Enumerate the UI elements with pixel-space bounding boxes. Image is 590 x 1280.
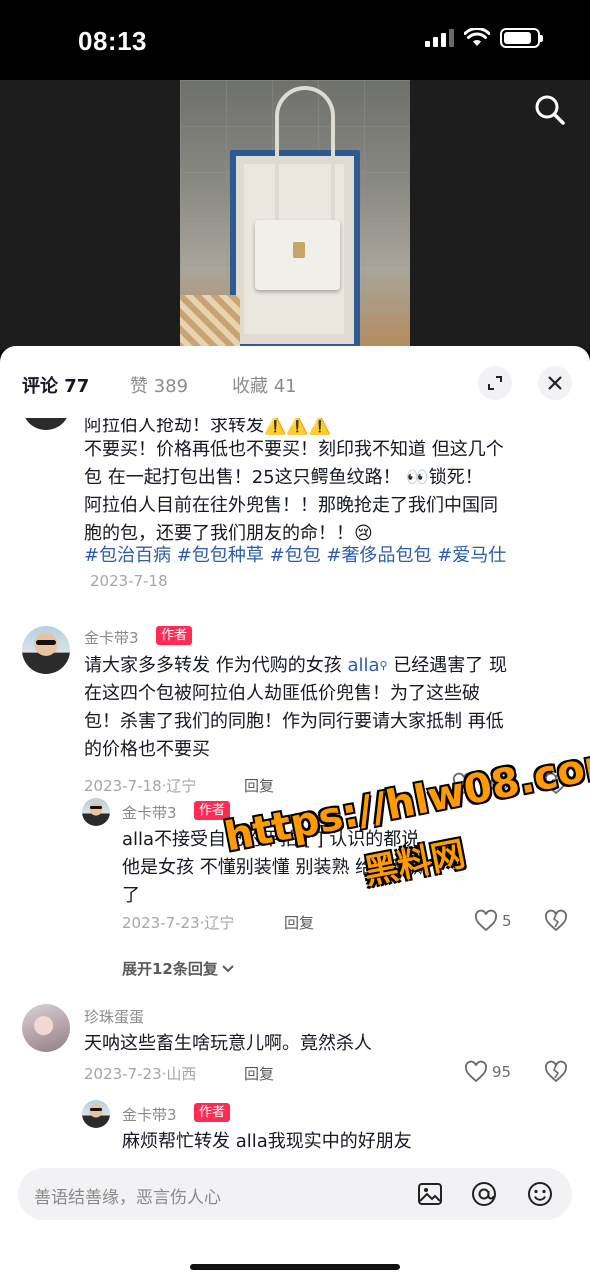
comment-text: 包！杀害了我们的同胞！作为同行要请大家抵制 再低	[84, 711, 504, 732]
like-count: 5	[502, 912, 512, 930]
comment-text: 天呐这些畜生啥玩意儿啊。竟然杀人	[84, 1033, 372, 1054]
handbag	[255, 220, 340, 290]
hashtag-links[interactable]: #包治百病 #包包种草 #包包 #奢侈品包包 #爱马仕	[84, 542, 506, 570]
author-badge: 作者	[194, 801, 231, 820]
heart-icon[interactable]	[474, 909, 498, 933]
search-link[interactable]: alla	[347, 655, 379, 676]
author-name[interactable]: 珍珠蛋蛋	[84, 1006, 144, 1027]
wifi-icon	[464, 28, 490, 46]
avatar[interactable]	[22, 1004, 70, 1052]
tab-likes[interactable]: 赞 389	[130, 372, 188, 398]
like-count: 398	[480, 775, 509, 793]
status-time: 08:13	[78, 26, 147, 56]
comment-input-placeholder: 善语结善缘，恶言伤人心	[34, 1188, 221, 1208]
author-name[interactable]: 金卡带3	[84, 627, 139, 648]
close-button[interactable]	[538, 366, 572, 400]
comment-text: 请大家多多转发 作为代购的女孩 alla⚲ 已经遇害了 现	[84, 655, 508, 676]
author-name[interactable]: 金卡带3	[122, 1104, 177, 1125]
comment-text: 他是女孩 不懂别装懂 别装熟 给你嘴撕	[122, 857, 428, 878]
signal-icon	[425, 29, 454, 47]
comment-text: 阿拉伯人目前在往外兜售！！那晚抢走了我们中国同	[84, 495, 498, 516]
tab-favorites[interactable]: 收藏 41	[232, 372, 297, 398]
close-icon	[548, 376, 562, 390]
avatar[interactable]	[22, 418, 70, 430]
comment-meta: 2023-7-23·山西	[84, 1065, 197, 1083]
avatar[interactable]	[22, 626, 70, 674]
comment-input[interactable]: 善语结善缘，恶言伤人心	[18, 1168, 572, 1220]
search-small-icon: ⚲	[379, 659, 388, 672]
expand-button[interactable]	[478, 366, 512, 400]
status-bar: 08:13	[0, 0, 590, 80]
broken-heart-icon[interactable]	[544, 1060, 568, 1084]
heart-icon[interactable]	[452, 772, 476, 796]
expand-replies-label: 展开12条回复	[122, 960, 218, 978]
reply-button[interactable]: 回复	[244, 1063, 274, 1084]
author-name[interactable]: 金卡带3	[122, 802, 177, 823]
comment-text: 了	[122, 885, 140, 906]
image-icon[interactable]	[416, 1180, 444, 1208]
video-frame	[180, 80, 410, 350]
reply-button[interactable]: 回复	[284, 912, 314, 933]
like-count: 95	[492, 1063, 512, 1081]
tab-comments[interactable]: 评论 77	[22, 372, 89, 398]
video-player[interactable]	[0, 80, 590, 350]
comment-sheet: 评论 77 赞 389 收藏 41 阿拉伯人抢劫！求转发⚠️⚠️⚠️ 不要买！价…	[0, 346, 590, 1280]
emoji-icon[interactable]	[526, 1180, 554, 1208]
comment-text: 的价格也不要买	[84, 739, 210, 760]
heart-icon[interactable]	[464, 1060, 488, 1084]
chevron-down-icon	[222, 964, 234, 972]
avatar[interactable]	[82, 798, 110, 826]
home-indicator	[190, 1264, 400, 1270]
comment-text: 麻烦帮忙转发 alla我现实中的好朋友	[122, 1131, 412, 1152]
broken-heart-icon[interactable]	[544, 772, 568, 796]
battery-icon	[500, 28, 543, 48]
expand-replies-button[interactable]: 展开12条回复	[122, 958, 235, 979]
author-badge: 作者	[194, 1103, 231, 1122]
reply-button[interactable]: 回复	[244, 775, 274, 796]
comment-meta: 2023-7-18·辽宁	[84, 777, 197, 795]
comment-text: alla不接受自己的平拍 [ ] 认识的都说	[122, 829, 420, 850]
broken-heart-icon[interactable]	[544, 909, 568, 933]
at-icon[interactable]	[470, 1180, 498, 1208]
comment-text: 在这四个包被阿拉伯人劫匪低价兜售！为了这些破	[84, 683, 480, 704]
status-icons	[425, 28, 543, 48]
avatar[interactable]	[82, 1100, 110, 1128]
comment-text: 不要买！价格再低也不要买！刻印我不知道 但这几个	[84, 439, 504, 460]
comment-text: 包 在一起打包出售！25这只鳄鱼纹路！ 👀锁死！	[84, 467, 483, 488]
comment-tabs: 评论 77 赞 389 收藏 41	[0, 346, 590, 418]
search-icon[interactable]	[534, 94, 566, 126]
expand-icon	[488, 376, 502, 390]
comment-meta: 2023-7-23·辽宁	[122, 914, 235, 932]
comment-list: 阿拉伯人抢劫！求转发⚠️⚠️⚠️ 不要买！价格再低也不要买！刻印我不知道 但这几…	[0, 418, 590, 1178]
comment-date: 2023-7-18	[90, 572, 168, 590]
author-badge: 作者	[156, 626, 193, 645]
